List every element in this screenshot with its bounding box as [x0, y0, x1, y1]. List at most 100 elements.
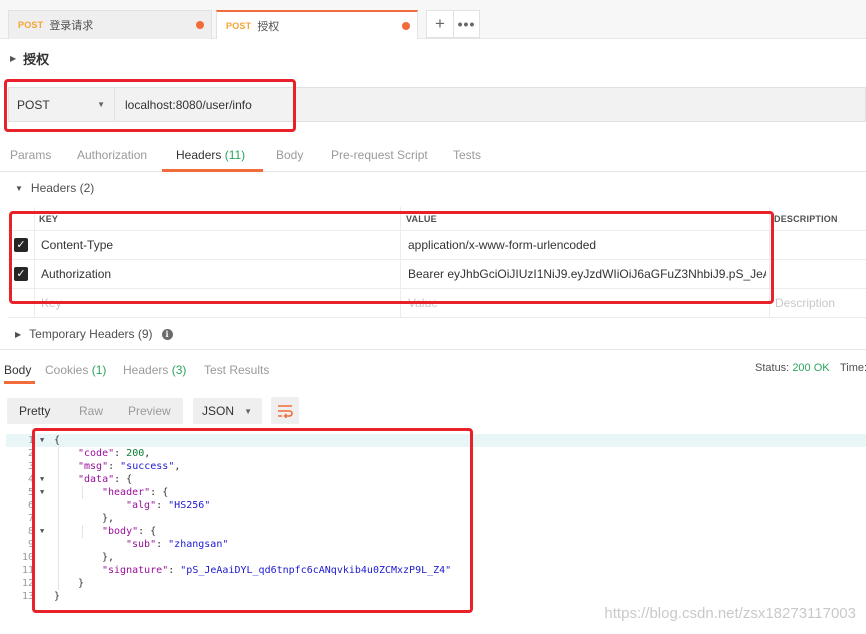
tab-response-headers[interactable]: Headers (3): [123, 363, 186, 377]
active-tab-underline: [162, 169, 263, 172]
method-select[interactable]: POST ▼: [9, 88, 115, 121]
tab-authorize[interactable]: POST 授权: [216, 10, 418, 39]
header-value-cell[interactable]: application/x-www-form-urlencoded: [408, 231, 596, 259]
caret-right-icon: ▶: [10, 54, 17, 63]
add-tab-icon[interactable]: +: [427, 11, 453, 37]
code-line: 6 "alg": "HS256": [6, 499, 866, 512]
line-number: 11: [21, 565, 34, 576]
code-text: }: [54, 591, 61, 602]
tab-test-results[interactable]: Test Results: [204, 363, 269, 377]
line-number: 12: [21, 578, 34, 589]
wrap-lines-button[interactable]: [271, 397, 299, 424]
code-text: "body": {: [102, 526, 157, 537]
code-text: "code": 200,: [78, 448, 151, 459]
new-description-input[interactable]: Description: [775, 289, 835, 317]
row-enabled-checkbox[interactable]: ✓: [14, 231, 28, 259]
fold-toggle-icon[interactable]: ▼: [40, 434, 44, 447]
request-sub-tabs: Params Authorization Headers (11) Body P…: [0, 134, 866, 172]
caret-down-icon: ▼: [15, 183, 23, 193]
code-text: "data": {: [78, 474, 133, 485]
line-number: 3: [27, 461, 34, 472]
header-key-cell[interactable]: Content-Type: [41, 231, 113, 259]
header-key-cell[interactable]: Authorization: [41, 260, 111, 288]
line-number: 13: [21, 591, 34, 602]
view-pretty-button[interactable]: Pretty: [19, 404, 50, 418]
request-tab-bar: POST 登录请求 POST 授权 + •••: [0, 0, 866, 39]
temporary-headers-title[interactable]: ▶ Temporary Headers (9) i: [15, 327, 173, 341]
headers-section-title[interactable]: ▼ Headers (2): [15, 181, 94, 195]
tab-headers[interactable]: Headers (11): [176, 148, 245, 162]
column-value: VALUE: [406, 213, 437, 224]
format-select[interactable]: JSON ▼: [193, 398, 262, 424]
table-row: ✓ Content-Type application/x-www-form-ur…: [8, 231, 866, 260]
check-icon: ✓: [14, 238, 28, 252]
tab-name-label: 登录请求: [49, 20, 94, 32]
more-tabs-icon[interactable]: •••: [453, 11, 479, 37]
watermark: https://blog.csdn.net/zsx18273117003: [604, 605, 856, 622]
code-text: "header": {: [102, 487, 169, 498]
line-number: 10: [21, 552, 34, 563]
fold-toggle-icon[interactable]: ▼: [40, 486, 44, 499]
new-value-input[interactable]: Value: [408, 289, 438, 317]
indent-guide: [82, 486, 83, 499]
tab-method-label: POST: [226, 20, 252, 31]
line-number: 6: [27, 500, 34, 511]
code-text: {: [54, 435, 61, 446]
code-text: "signature": "pS_JeAaiDYL_qd6tnpfc6cANqv…: [102, 565, 452, 576]
fold-toggle-icon[interactable]: ▼: [40, 525, 44, 538]
tab-authorization[interactable]: Authorization: [77, 148, 147, 162]
line-number: 1: [27, 435, 34, 446]
line-number: 5: [27, 487, 34, 498]
tab-pre-request-script[interactable]: Pre-request Script: [331, 148, 428, 162]
info-icon[interactable]: i: [161, 328, 173, 340]
code-line: 12}: [6, 577, 866, 590]
unsaved-dot-icon: [196, 21, 204, 29]
code-line: 5 ▼ "header": {: [6, 486, 866, 499]
line-number: 4: [27, 474, 34, 485]
status-label: Status: 200 OK: [755, 362, 830, 374]
response-body-code[interactable]: 1 ▼ {2 "code": 200, 3 "msg": "success", 4 ▼ "dat…: [6, 434, 866, 634]
status-badge: 200 OK: [792, 362, 830, 374]
tab-body[interactable]: Body: [276, 148, 303, 162]
tab-name-label: 授权: [257, 20, 280, 33]
wrap-lines-icon: [278, 404, 293, 418]
code-line: 10},: [6, 551, 866, 564]
indent-guide: [82, 525, 83, 538]
view-raw-button[interactable]: Raw: [79, 404, 103, 418]
tab-controls: + •••: [426, 10, 480, 38]
row-enabled-checkbox[interactable]: ✓: [14, 260, 28, 288]
tab-response-cookies[interactable]: Cookies (1): [45, 363, 106, 377]
url-bar: POST ▼ localhost:8080/user/info: [8, 87, 866, 122]
tab-tests[interactable]: Tests: [453, 148, 481, 162]
indent-guide: [58, 447, 59, 590]
code-text: "alg": "HS256": [126, 500, 211, 511]
header-value-cell[interactable]: Bearer eyJhbGciOiJIUzI1NiJ9.eyJzdWIiOiJ6…: [408, 260, 766, 288]
line-number: 7: [27, 513, 34, 524]
new-key-input[interactable]: Key: [41, 289, 62, 317]
caret-right-icon: ▶: [15, 329, 22, 339]
method-value: POST: [17, 97, 50, 112]
tab-login-request[interactable]: POST 登录请求: [8, 10, 212, 39]
code-line: 1 ▼ {: [6, 434, 866, 447]
view-mode-group: Pretty Raw Preview: [7, 398, 183, 424]
request-title[interactable]: ▶ 授权: [10, 49, 49, 68]
code-line: 9 "sub": "zhangsan": [6, 538, 866, 551]
unsaved-dot-icon: [402, 22, 410, 30]
line-number: 9: [27, 539, 34, 550]
chevron-down-icon: ▼: [97, 100, 105, 109]
code-line: 8 ▼ "body": {: [6, 525, 866, 538]
tab-params[interactable]: Params: [10, 148, 51, 162]
tab-response-body[interactable]: Body: [4, 363, 31, 377]
headers-table: KEY VALUE DESCRIPTION ✓ Content-Type app…: [8, 207, 866, 318]
response-tabs: Body Cookies (1) Headers (3) Test Result…: [0, 350, 866, 386]
view-preview-button[interactable]: Preview: [128, 404, 171, 418]
url-input[interactable]: localhost:8080/user/info: [115, 98, 252, 112]
table-row-new: Key Value Description: [8, 289, 866, 318]
code-text: }: [78, 578, 85, 589]
tab-method-label: POST: [18, 20, 44, 30]
fold-toggle-icon[interactable]: ▼: [40, 473, 44, 486]
line-number: 8: [27, 526, 34, 537]
code-text: "msg": "success",: [78, 461, 181, 472]
code-text: },: [102, 552, 115, 563]
code-line: 4 ▼ "data": {: [6, 473, 866, 486]
